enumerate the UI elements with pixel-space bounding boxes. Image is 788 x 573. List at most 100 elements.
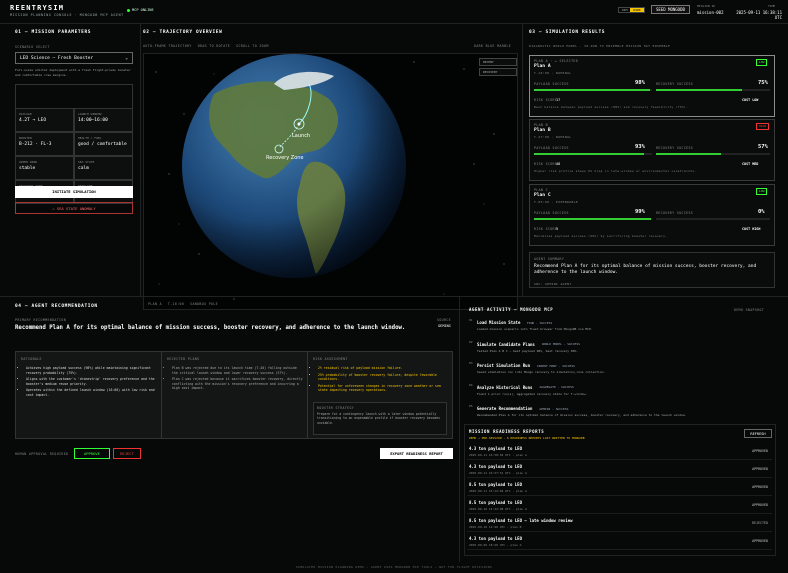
map-overlay-controls: RECENT RECOVERY [479, 58, 517, 76]
tab-auto-frame[interactable]: AUTO-FRAME TRAJECTORY [143, 44, 192, 48]
initiate-simulation-button[interactable]: INITIATE SIMULATION [15, 186, 133, 198]
recovery-view-button[interactable]: RECOVERY [479, 68, 517, 76]
activity-item: 04 Analyze Historical Runs AGGREGATE · S… [469, 383, 769, 401]
report-meta: 2025-09-09 18:20 UTC · plan A [469, 543, 522, 547]
source-value: GEMINI [438, 324, 451, 328]
report-row[interactable]: 8.5 ton payload to LEO — late window rev… [467, 515, 772, 532]
reject-button[interactable]: REJECT [113, 448, 141, 459]
risk-badge: LOW [756, 188, 768, 195]
scenario-label: SCENARIO SELECT [15, 45, 50, 49]
activity-item: 03 Persist Simulation Run INSERT MANY · … [469, 361, 769, 379]
report-row[interactable]: 4.3 ton payload to LEO 2025-09-11 16:37:… [467, 461, 772, 478]
clock: 2025-09-11 16:38:11 UTC [736, 10, 782, 20]
panel-title: 02 — TRAJECTORY OVERVIEW [143, 30, 223, 35]
globe-viewport[interactable]: Launch Recovery Zone RECENT RECOVERY PLA… [143, 53, 518, 310]
list-item: Aligns with the customer's 'dronestrip' … [26, 377, 158, 386]
demo-snapshot-label: DEMO SNAPSHOT [734, 308, 765, 312]
plan-note: Maximizes payload success (99%) by sacri… [534, 234, 668, 238]
plan-card[interactable]: PLAN C Plan C T-05:00 · EXPENDABLE LOW P… [529, 184, 775, 246]
recovery-label: Recovery Zone [266, 155, 304, 161]
top-bar: REENTRYSIM MISSION PLANNING CONSOLE · MO… [0, 0, 788, 24]
status-indicator: MCP ONLINE [127, 8, 154, 12]
payload-label: PAYLOAD SUCCESS [534, 211, 569, 215]
risk-label: RISK ASSESSMENT [313, 357, 348, 361]
cost-value: COST HIGH [742, 227, 761, 231]
plan-name: Plan A [534, 64, 551, 69]
summary-label: AGENT SUMMARY [534, 257, 565, 261]
step-number: 03 [469, 361, 473, 365]
rejected-label: REJECTED PLANS [167, 357, 200, 361]
step-title: Load Mission State [477, 320, 521, 325]
plan-note: Best balance between payload success (98… [534, 105, 689, 109]
report-title: 8.5 ton payload to LEO — late window rev… [469, 518, 573, 523]
theme-option-dark[interactable]: DARK [630, 8, 644, 12]
risk-score-label: RISK SCORE [534, 162, 558, 166]
theme-option-dim[interactable]: DIM [619, 8, 630, 12]
approve-button[interactable]: APPROVE [74, 448, 110, 459]
refresh-button[interactable]: REFRESH [744, 429, 772, 438]
report-row[interactable]: 8.5 ton payload to LEO 2025-09-11 15:12:… [467, 479, 772, 496]
plan-tag-line: PLAN B [534, 123, 548, 127]
analysis-grid: RATIONALE Achieves high payload success … [15, 351, 453, 439]
param-key: UPPER WIND [19, 160, 38, 164]
risk-badge: HIGH [756, 123, 770, 130]
param-value: 4.2T → LEO [19, 118, 47, 123]
report-row[interactable]: 4.3 ton payload to LEO 2025-09-11 16:38:… [467, 443, 772, 460]
step-number: 05 [469, 404, 473, 408]
recovery-value: 0% [758, 209, 765, 215]
recovery-label: RECOVERY SUCCESS [656, 146, 694, 150]
report-status: APPROVED [752, 539, 768, 543]
scenario-select[interactable]: LEO Science — Fresh Booster ⌄ [15, 52, 133, 64]
trajectory-tabs: AUTO-FRAME TRAJECTORY DRAG TO ROTATE SCR… [143, 44, 269, 48]
report-title: 4.3 ton payload to LEO [469, 446, 522, 451]
panel-title: 01 — MISSION PARAMETERS [15, 30, 92, 35]
step-tags: WORLD MODEL · SUCCESS [542, 342, 580, 346]
param-value: calm [78, 166, 89, 171]
theme-toggle[interactable]: DIM DARK [618, 7, 645, 13]
agent-recommendation-panel: 04 — AGENT RECOMMENDATION PRIMARY RECOMM… [0, 296, 460, 562]
rationale-label: RATIONALE [21, 357, 42, 361]
plan-card[interactable]: PLAN A · ★ SELECTED Plan A T-16:00 · NOM… [529, 55, 775, 117]
param-cell: UPPER WIND stable [15, 156, 74, 180]
recovery-value: 57% [758, 144, 768, 150]
payload-bar [534, 89, 652, 91]
export-report-button[interactable]: EXPORT READINESS REPORT [380, 448, 453, 459]
booster-label: BOOSTER STRATEGY [317, 406, 355, 410]
globe-shading [182, 54, 406, 278]
activity-item: 05 Generate Recommendation GEMINI · SUCC… [469, 404, 769, 422]
recovery-value: 75% [758, 80, 768, 86]
globe-svg[interactable]: Launch Recovery Zone [144, 54, 518, 310]
report-row[interactable]: 4.3 ton payload to LEO 2025-09-09 18:20 … [467, 533, 772, 550]
payload-value: 99% [635, 209, 645, 215]
risk-score: 48 [556, 161, 561, 166]
tab-drag-rotate[interactable]: DRAG TO ROTATE [198, 44, 230, 48]
activity-item: 02 Simulate Candidate Plans WORLD MODEL … [469, 340, 769, 358]
step-description: Tested Plan A B C — best payload 98%, be… [477, 348, 579, 353]
payload-value: 93% [635, 144, 645, 150]
list-item: Plan B was rejected due to its launch ti… [172, 366, 304, 375]
param-value: B-212 · FL-3 [19, 142, 52, 147]
report-status: APPROVED [752, 449, 768, 453]
cost-value: COST LOW [742, 98, 759, 102]
seed-mongodb-button[interactable]: SEED MONGODB [651, 5, 690, 14]
param-key: PAYLOAD [19, 112, 32, 116]
param-cell: HEALTH / FUEL good / comfortable [74, 132, 133, 156]
report-status: APPROVED [752, 467, 768, 471]
approval-label: HUMAN APPROVAL REQUIRED [15, 452, 69, 456]
mission-parameters-panel: 01 — MISSION PARAMETERS SCENARIO SELECT … [0, 24, 141, 296]
report-meta: 2025-09-11 15:12:04 UTC · plan A [469, 489, 527, 493]
rationale-column: RATIONALE Achieves high payload success … [16, 352, 162, 438]
recovery-label: RECOVERY SUCCESS [656, 211, 694, 215]
recenter-button[interactable]: RECENT [479, 58, 517, 66]
panel-title: 04 — AGENT RECOMMENDATION [15, 304, 98, 309]
tab-scroll-zoom[interactable]: SCROLL TO ZOOM [236, 44, 268, 48]
source-label: SOURCE [437, 318, 451, 322]
map-mode-label[interactable]: DARK BLUE MARBLE [474, 44, 511, 48]
chevron-down-icon: ⌄ [125, 56, 128, 61]
plan-card[interactable]: PLAN B Plan B T-27:00 · NOMINAL HIGH PAY… [529, 119, 775, 181]
step-number: 01 [469, 318, 473, 322]
plan-time: T-27:00 · NOMINAL [534, 135, 572, 139]
sea-state-anomaly-button[interactable]: ⚠ SEA STATE ANOMALY [15, 202, 133, 214]
report-row[interactable]: 8.5 ton payload to LEO 2025-09-10 14:22:… [467, 497, 772, 514]
step-description: Recommended Plan A for its optimal balan… [477, 413, 687, 417]
